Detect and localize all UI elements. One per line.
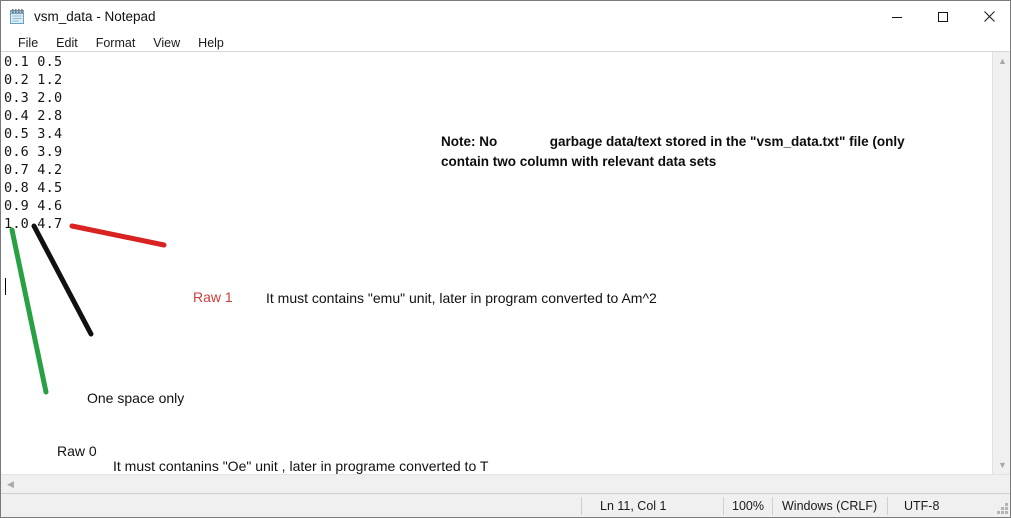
vertical-scrollbar[interactable]: ▲ ▼ — [992, 52, 1010, 474]
minimize-icon — [892, 16, 902, 18]
status-separator — [581, 497, 582, 515]
raw0-description: It must contanins "Oe" unit , later in p… — [113, 458, 489, 474]
chevron-up-icon: ▲ — [998, 55, 1007, 66]
status-separator — [772, 497, 773, 515]
horizontal-scrollbar[interactable]: ◀ — [1, 474, 1010, 493]
window-title: vsm_data - Notepad — [34, 9, 156, 24]
annotation-markers — [9, 223, 167, 395]
menu-item-file[interactable]: File — [9, 34, 47, 52]
editor-text-content: 0.1 0.5 0.2 1.2 0.3 2.0 0.4 2.8 0.5 3.4 … — [4, 54, 63, 232]
text-caret — [5, 278, 6, 295]
raw0-label: Raw 0 — [57, 443, 97, 459]
chevron-down-icon: ▼ — [998, 459, 1007, 470]
menu-item-format[interactable]: Format — [87, 34, 145, 52]
scroll-down-button[interactable]: ▼ — [993, 456, 1010, 474]
status-bar: Ln 11, Col 1 100% Windows (CRLF) UTF-8 — [1, 493, 1010, 517]
editor-area: 0.1 0.5 0.2 1.2 0.3 2.0 0.4 2.8 0.5 3.4 … — [1, 51, 1010, 493]
text-editor[interactable]: 0.1 0.5 0.2 1.2 0.3 2.0 0.4 2.8 0.5 3.4 … — [1, 52, 991, 474]
scroll-up-button[interactable]: ▲ — [993, 52, 1010, 70]
title-bar: vsm_data - Notepad — [1, 1, 1010, 32]
status-zoom-level[interactable]: 100% — [732, 494, 764, 517]
black-marker-line — [31, 223, 94, 337]
scroll-left-button[interactable]: ◀ — [1, 475, 20, 493]
menu-item-edit[interactable]: Edit — [47, 34, 87, 52]
status-separator — [723, 497, 724, 515]
notepad-icon — [9, 8, 26, 25]
one-space-annotation: One space only — [87, 390, 185, 406]
close-button[interactable] — [966, 1, 1010, 32]
status-separator — [887, 497, 888, 515]
status-encoding[interactable]: UTF-8 — [904, 494, 939, 517]
close-icon — [983, 11, 995, 22]
raw1-description: It must contains "emu" unit, later in pr… — [266, 290, 657, 306]
status-cursor-position: Ln 11, Col 1 — [600, 499, 667, 513]
green-marker-line — [9, 227, 49, 395]
chevron-left-icon: ◀ — [7, 478, 14, 489]
maximize-button[interactable] — [920, 1, 966, 32]
maximize-icon — [938, 11, 948, 22]
menu-item-view[interactable]: View — [144, 34, 189, 52]
raw1-label: Raw 1 — [193, 289, 233, 305]
minimize-button[interactable] — [874, 1, 920, 32]
window-controls — [874, 1, 1010, 32]
red-marker-line — [69, 223, 167, 248]
status-line-ending[interactable]: Windows (CRLF) — [782, 494, 877, 517]
menu-item-help[interactable]: Help — [189, 34, 233, 52]
note-annotation: Note: No garbage data/text stored in the… — [441, 134, 905, 169]
notepad-window: vsm_data - Notepad File Edit Format View… — [0, 0, 1011, 518]
resize-grip[interactable] — [997, 503, 1009, 515]
